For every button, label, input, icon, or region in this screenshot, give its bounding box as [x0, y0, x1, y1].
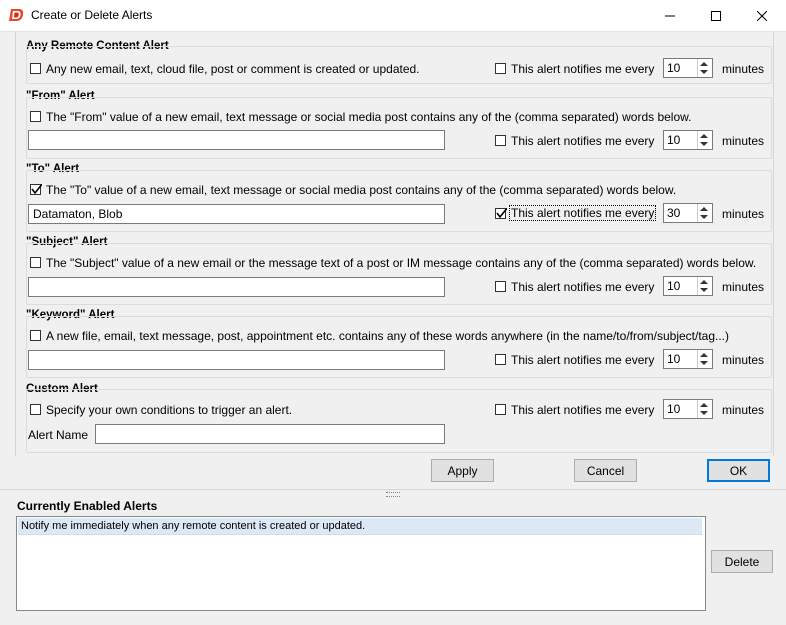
from-minutes-spinner[interactable]: 10	[663, 130, 713, 150]
to-checkbox-label: The "To" value of a new email, text mess…	[46, 183, 677, 197]
enabled-alerts-list[interactable]: Notify me immediately when any remote co…	[16, 516, 706, 611]
ok-button[interactable]: OK	[707, 459, 770, 482]
to-words-input[interactable]: Datamaton, Blob	[28, 204, 445, 224]
keyword-checkbox[interactable]	[30, 330, 41, 341]
from-checkbox-label: The "From" value of a new email, text me…	[46, 110, 692, 124]
apply-button[interactable]: Apply	[431, 459, 494, 482]
spin-down-icon[interactable]	[700, 142, 708, 146]
spin-up-icon[interactable]	[700, 207, 708, 211]
keyword-checkbox-label: A new file, email, text message, post, a…	[46, 329, 730, 343]
minutes-label: minutes	[722, 62, 765, 76]
enabled-alerts-title: Currently Enabled Alerts	[17, 499, 158, 513]
minutes-label: minutes	[722, 207, 765, 221]
notify-subject-label: This alert notifies me every	[511, 280, 655, 294]
delete-button[interactable]: Delete	[711, 550, 773, 573]
custom-checkbox-label: Specify your own conditions to trigger a…	[46, 403, 293, 417]
keyword-words-input[interactable]	[28, 350, 445, 370]
checkmark-icon	[31, 184, 42, 195]
maximize-icon	[711, 10, 721, 21]
spin-down-icon[interactable]	[700, 411, 708, 415]
cancel-button[interactable]: Cancel	[574, 459, 637, 482]
notify-to-checkbox[interactable]	[495, 208, 507, 219]
spinner-value: 10	[667, 61, 681, 75]
minimize-icon	[665, 15, 675, 16]
any-remote-checkbox[interactable]	[30, 63, 41, 74]
subject-checkbox[interactable]	[30, 257, 41, 268]
notify-any-remote-checkbox[interactable]	[495, 63, 506, 74]
window-title: Create or Delete Alerts	[31, 8, 153, 22]
spin-up-icon[interactable]	[700, 403, 708, 407]
from-words-input[interactable]	[28, 130, 445, 150]
alert-name-label: Alert Name	[28, 428, 89, 442]
custom-checkbox[interactable]	[30, 404, 41, 415]
spinner-value: 10	[667, 352, 681, 366]
subject-minutes-spinner[interactable]: 10	[663, 276, 713, 296]
notify-subject-checkbox[interactable]	[495, 281, 506, 292]
notify-from-label: This alert notifies me every	[511, 134, 655, 148]
to-minutes-spinner[interactable]: 30	[663, 203, 713, 223]
any-remote-checkbox-label: Any new email, text, cloud file, post or…	[46, 62, 420, 76]
from-checkbox[interactable]	[30, 111, 41, 122]
spin-down-icon[interactable]	[700, 215, 708, 219]
spin-down-icon[interactable]	[700, 70, 708, 74]
spin-up-icon[interactable]	[700, 134, 708, 138]
maximize-button[interactable]	[693, 0, 739, 31]
minimize-button[interactable]	[647, 0, 693, 31]
minutes-label: minutes	[722, 280, 765, 294]
notify-custom-label: This alert notifies me every	[511, 403, 655, 417]
alert-name-input[interactable]	[95, 424, 445, 444]
spinner-value: 30	[667, 206, 681, 220]
to-checkbox[interactable]	[30, 184, 42, 195]
checkmark-icon	[496, 208, 507, 219]
spin-up-icon[interactable]	[700, 62, 708, 66]
spin-up-icon[interactable]	[700, 280, 708, 284]
keyword-minutes-spinner[interactable]: 10	[663, 349, 713, 369]
spinner-value: 10	[667, 402, 681, 416]
spinner-value: 10	[667, 133, 681, 147]
custom-minutes-spinner[interactable]: 10	[663, 399, 713, 419]
spin-down-icon[interactable]	[700, 361, 708, 365]
spinner-value: 10	[667, 279, 681, 293]
minutes-label: minutes	[722, 134, 765, 148]
spin-up-icon[interactable]	[700, 353, 708, 357]
notify-keyword-checkbox[interactable]	[495, 354, 506, 365]
notify-custom-checkbox[interactable]	[495, 404, 506, 415]
any-remote-minutes-spinner[interactable]: 10	[663, 58, 713, 78]
app-logo-icon	[9, 7, 25, 23]
notify-any-remote-label: This alert notifies me every	[511, 62, 655, 76]
minutes-label: minutes	[722, 353, 765, 367]
title-bar: Create or Delete Alerts	[0, 0, 786, 32]
minutes-label: minutes	[722, 403, 765, 417]
notify-from-checkbox[interactable]	[495, 135, 506, 146]
notify-to-label: This alert notifies me every	[508, 205, 657, 221]
close-button[interactable]	[739, 0, 785, 31]
subject-words-input[interactable]	[28, 277, 445, 297]
notify-keyword-label: This alert notifies me every	[511, 353, 655, 367]
list-item[interactable]: Notify me immediately when any remote co…	[18, 518, 702, 535]
spin-down-icon[interactable]	[700, 288, 708, 292]
subject-checkbox-label: The "Subject" value of a new email or th…	[46, 256, 757, 270]
splitter-handle[interactable]	[386, 492, 400, 497]
close-icon	[757, 10, 767, 21]
